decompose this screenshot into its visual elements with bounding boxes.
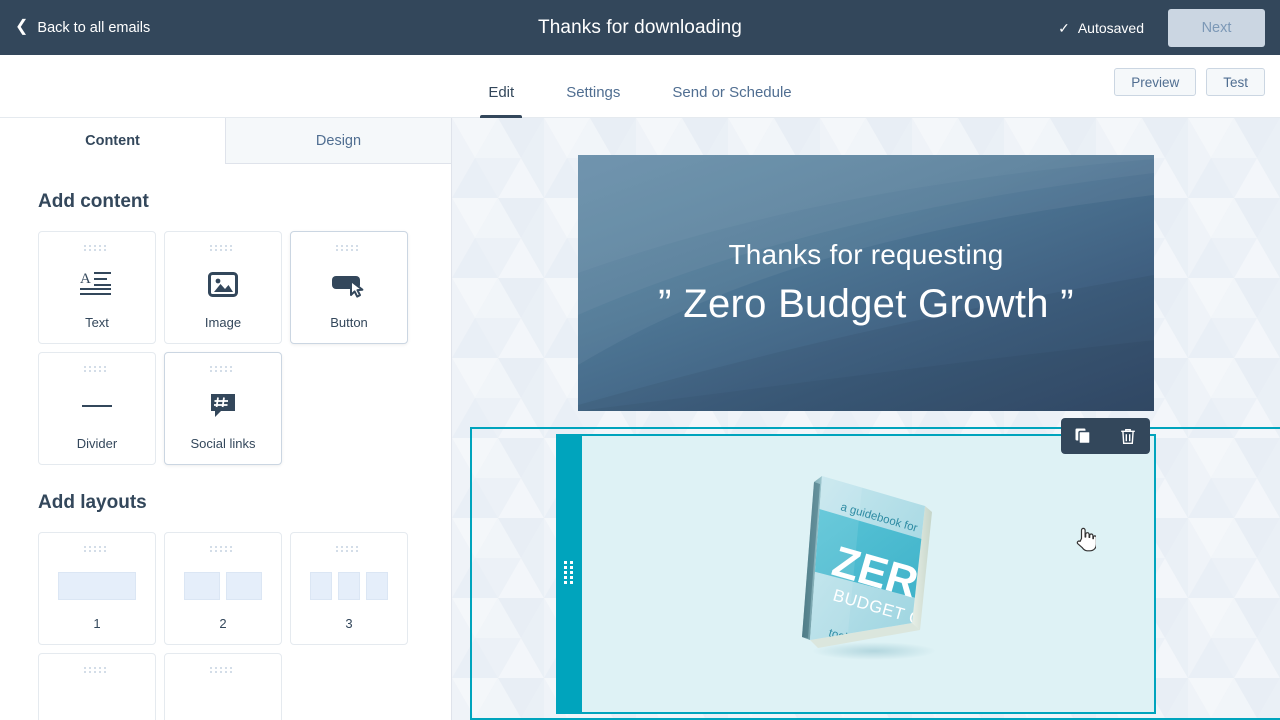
add-content-grid: A Text Image Button Divider Social links [38, 231, 413, 465]
layout-card-3[interactable]: 3 [290, 532, 408, 645]
drag-handle-icon [84, 366, 106, 372]
drag-handle-icon [84, 667, 106, 673]
drag-handle-icon [336, 546, 358, 552]
tab-send-or-schedule[interactable]: Send or Schedule [646, 84, 817, 118]
pointer-hand-cursor [1076, 527, 1096, 552]
layout-preview-2 [165, 555, 281, 616]
layout-preview-5 [165, 676, 281, 720]
top-bar-actions: ✓ Autosaved Next [1058, 0, 1280, 55]
content-card-image[interactable]: Image [164, 231, 282, 344]
divider-icon-wrap [39, 375, 155, 436]
top-bar: ❮ Back to all emails Thanks for download… [0, 0, 1280, 55]
content-card-button[interactable]: Button [290, 231, 408, 344]
hero-line-1: Thanks for requesting [728, 239, 1004, 270]
button-icon-wrap [291, 254, 407, 315]
content-card-label: Social links [190, 436, 256, 451]
layout-card-label: 2 [219, 616, 227, 631]
layout-preview-3 [291, 555, 407, 616]
add-content-title: Add content [38, 191, 149, 212]
content-card-label: Divider [76, 436, 118, 451]
social-links-icon [211, 393, 235, 417]
sidebar-tab-content[interactable]: Content [0, 118, 225, 164]
email-canvas[interactable]: Thanks for requesting ” Zero Budget Grow… [452, 118, 1280, 720]
ebook-cover-image: a guidebook for ZERO BUDGET GROWTH tools… [802, 476, 936, 660]
editor-tabs: Edit Settings Send or Schedule [0, 55, 1280, 119]
sidebar-tabs: Content Design [0, 118, 451, 164]
layout-card-label: 3 [345, 616, 353, 631]
layout-column [366, 571, 388, 600]
test-button[interactable]: Test [1206, 68, 1265, 96]
content-card-social-links[interactable]: Social links [164, 352, 282, 465]
content-card-divider[interactable]: Divider [38, 352, 156, 465]
editor-tab-actions: Preview Test [1114, 68, 1265, 96]
content-card-label: Text [85, 315, 109, 330]
trash-icon [1120, 428, 1135, 444]
sidebar-body: Add content A Text Image Button Divider … [0, 191, 451, 720]
copy-module-button[interactable] [1069, 422, 1097, 450]
add-layouts-grid: 1 2 3 [38, 532, 413, 720]
text-icon-wrap: A [39, 254, 155, 315]
layout-card-2[interactable]: 2 [164, 532, 282, 645]
drag-handle-icon [336, 245, 358, 251]
layout-card-label: 1 [93, 616, 101, 631]
social-links-icon-wrap [165, 375, 281, 436]
layout-preview-4 [39, 676, 155, 720]
content-card-text[interactable]: A Text [38, 231, 156, 344]
image-icon [208, 271, 238, 297]
tab-edit[interactable]: Edit [462, 84, 540, 119]
svg-text:A: A [80, 271, 91, 287]
drag-handle-icon [210, 667, 232, 673]
copy-icon [1075, 428, 1091, 444]
layout-card-4[interactable] [38, 653, 156, 720]
content-card-label: Button [330, 315, 368, 330]
drag-handle-icon [564, 561, 573, 584]
module-drag-handle[interactable] [556, 434, 582, 714]
sidebar-tab-design[interactable]: Design [225, 118, 451, 164]
layout-preview-1 [39, 555, 155, 616]
text-icon: A [80, 271, 111, 295]
image-icon-wrap [165, 254, 281, 315]
next-button[interactable]: Next [1168, 8, 1265, 47]
editor-tab-bar: Edit Settings Send or Schedule Preview T… [0, 55, 1280, 119]
drag-handle-icon [210, 245, 232, 251]
drag-handle-icon [210, 546, 232, 552]
preview-button[interactable]: Preview [1114, 68, 1197, 96]
chevron-left-icon: ❮ [15, 17, 29, 35]
check-icon: ✓ [1058, 19, 1070, 36]
autosaved-status: ✓ Autosaved [1058, 20, 1144, 36]
sidebar: Content Design Add content A Text Image … [0, 118, 452, 720]
layout-column [184, 571, 220, 600]
delete-module-button[interactable] [1114, 422, 1142, 450]
back-link-label: Back to all emails [37, 19, 151, 36]
divider-icon [82, 404, 112, 407]
layout-card-5[interactable] [164, 653, 282, 720]
email-body: Thanks for requesting ” Zero Budget Grow… [578, 155, 1154, 411]
hero-line-2: ” Zero Budget Growth ” [658, 282, 1074, 326]
back-to-all-emails-link[interactable]: ❮ Back to all emails [15, 17, 151, 36]
layout-column [226, 571, 262, 600]
button-icon [332, 275, 364, 298]
autosaved-label: Autosaved [1077, 19, 1144, 36]
content-card-label: Image [204, 315, 242, 330]
hero-banner-module[interactable]: Thanks for requesting ” Zero Budget Grow… [578, 155, 1154, 411]
layout-column [338, 571, 360, 600]
add-layouts-title: Add layouts [38, 492, 147, 513]
drag-handle-icon [84, 546, 106, 552]
drag-handle-icon [84, 245, 106, 251]
drag-handle-icon [210, 366, 232, 372]
module-toolbar [1061, 418, 1150, 454]
layout-column [310, 571, 332, 600]
layout-column [58, 571, 136, 600]
tab-settings[interactable]: Settings [540, 84, 646, 118]
layout-card-1[interactable]: 1 [38, 532, 156, 645]
